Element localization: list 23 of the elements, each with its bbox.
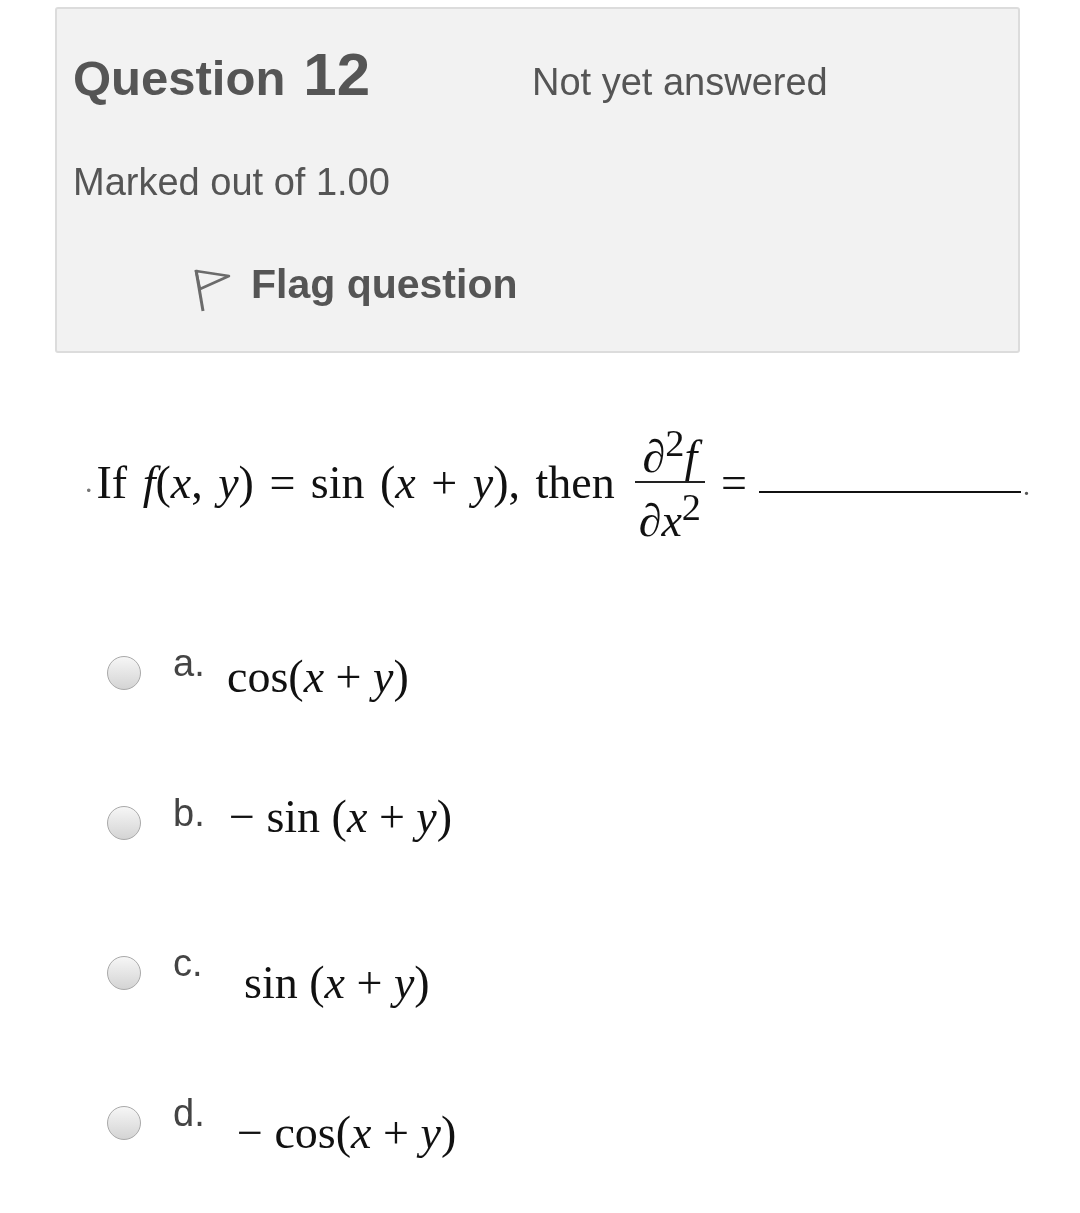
option-letter: b.: [173, 791, 206, 835]
equals-sign: =: [721, 455, 747, 509]
fraction-denominator: ∂x$^{2}$: [637, 485, 702, 546]
grade-text: Marked out of 1.00: [73, 161, 391, 204]
option-letter: d.: [173, 1091, 206, 1135]
answer-expression: − cos(x + y): [237, 1105, 457, 1159]
radio-button[interactable]: [107, 805, 141, 840]
answer-expression: sin (x + y): [244, 955, 430, 1009]
answer-expression: − sin (x + y): [229, 789, 453, 843]
option-letter: c.: [173, 941, 204, 985]
question-label: Question: [73, 51, 286, 105]
answer-status: Not yet answered: [532, 61, 829, 104]
question-text: If f(x, y) = sin (x + y), then: [96, 455, 615, 509]
option-letter: a.: [173, 641, 206, 685]
question-number: 12: [303, 41, 371, 108]
end-period: .: [1022, 470, 1030, 503]
radio-button[interactable]: [107, 655, 141, 690]
answer-expression: cos(x + y): [227, 649, 409, 703]
flag-question-button[interactable]: Flag question: [193, 256, 518, 312]
fraction-numerator: ∂$^{2}$f: [638, 419, 702, 482]
radio-button[interactable]: [107, 1105, 141, 1140]
radio-button[interactable]: [107, 955, 141, 990]
leading-dot: .: [85, 465, 93, 500]
